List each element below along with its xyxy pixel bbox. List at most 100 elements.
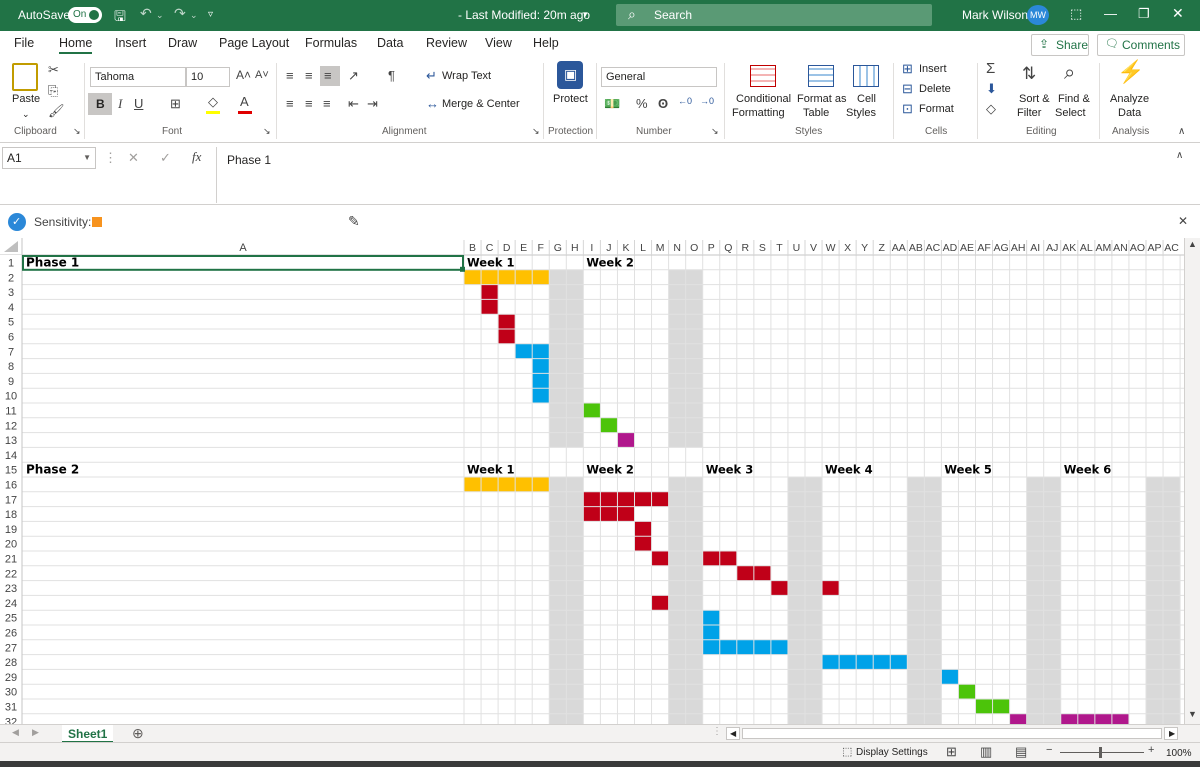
insert-cells-icon[interactable]: ⊞ bbox=[902, 62, 913, 75]
protect-icon[interactable]: ▣ bbox=[557, 61, 583, 89]
tab-help[interactable]: Help bbox=[533, 36, 559, 50]
tab-home[interactable]: Home bbox=[59, 36, 93, 54]
clear-icon[interactable]: ◇ bbox=[986, 102, 996, 115]
analyze-data-icon[interactable]: ⚡ bbox=[1117, 61, 1144, 83]
vertical-scrollbar[interactable]: ▲ ▼ bbox=[1184, 238, 1200, 724]
text-direction-icon[interactable]: ¶ bbox=[388, 69, 395, 82]
search-box[interactable]: ⌕ Search bbox=[616, 4, 932, 26]
name-box[interactable]: A1 ▼ bbox=[2, 147, 96, 169]
zoom-level[interactable]: 100% bbox=[1166, 748, 1192, 759]
autosave-toggle[interactable]: On bbox=[68, 7, 102, 23]
conditional-formatting-label-1[interactable]: Conditional bbox=[736, 93, 791, 105]
find-select-label-1[interactable]: Find & bbox=[1058, 93, 1090, 105]
conditional-formatting-label-2[interactable]: Formatting bbox=[732, 107, 785, 119]
insert-function-button[interactable]: fx bbox=[192, 150, 201, 163]
add-sheet-icon[interactable]: ⊕ bbox=[132, 726, 144, 740]
scroll-left-icon[interactable]: ◀ bbox=[12, 728, 19, 737]
spreadsheet-grid[interactable]: A B C D E F G H I J K L M N O P Q R S T U V W X Y Z AA AB AC AD AE AF AG… bbox=[0, 238, 1184, 724]
increase-decimal-icon[interactable]: ←0 bbox=[678, 97, 692, 106]
format-painter-icon[interactable]: 🖌 bbox=[48, 104, 65, 117]
user-name[interactable]: Mark Wilson bbox=[962, 8, 1028, 22]
grow-font-icon[interactable]: A˄ bbox=[236, 69, 251, 81]
undo-dropdown-icon[interactable]: ⌄ bbox=[156, 10, 164, 21]
borders-icon[interactable]: ⊞ bbox=[170, 97, 181, 110]
number-format-select[interactable]: General bbox=[601, 67, 717, 87]
wrap-text-icon[interactable]: ↵ bbox=[426, 69, 437, 82]
close-icon[interactable]: ✕ bbox=[1172, 5, 1184, 22]
align-right-icon[interactable]: ≡ bbox=[323, 97, 331, 110]
zoom-slider[interactable] bbox=[1060, 752, 1144, 753]
conditional-formatting-icon[interactable] bbox=[750, 65, 776, 87]
sort-filter-label-2[interactable]: Filter bbox=[1017, 107, 1041, 119]
collapse-formula-icon[interactable]: ∧ bbox=[1176, 151, 1183, 161]
cancel-icon[interactable]: ✕ bbox=[128, 151, 139, 164]
align-middle-icon[interactable]: ≡ bbox=[305, 69, 313, 82]
sensitivity-swatch[interactable] bbox=[92, 217, 102, 227]
comments-button[interactable]: 🗨 Comments bbox=[1097, 34, 1185, 56]
redo-icon[interactable]: ↷ bbox=[174, 5, 186, 22]
italic-icon[interactable]: I bbox=[118, 97, 122, 110]
delete-cells-icon[interactable]: ⊟ bbox=[902, 82, 913, 95]
insert-cells-button[interactable]: Insert bbox=[919, 63, 947, 75]
chevron-down-icon[interactable]: ▾ bbox=[583, 9, 588, 20]
find-select-label-2[interactable]: Select bbox=[1055, 107, 1086, 119]
page-layout-view-icon[interactable]: ▥ bbox=[980, 745, 992, 758]
zoom-out-icon[interactable]: − bbox=[1046, 745, 1052, 756]
share-button[interactable]: ⇪ Share bbox=[1031, 34, 1089, 56]
tab-page-layout[interactable]: Page Layout bbox=[219, 36, 289, 50]
paste-button[interactable]: Paste bbox=[12, 93, 40, 105]
hscroll-left-button[interactable]: ◀ bbox=[726, 727, 740, 740]
comma-style-icon[interactable]: ʘ bbox=[658, 97, 668, 110]
restore-icon[interactable]: ❐ bbox=[1138, 6, 1150, 22]
format-as-table-label-2[interactable]: Table bbox=[803, 107, 829, 119]
sheet-tab[interactable]: Sheet1 bbox=[62, 725, 114, 743]
tab-file[interactable]: File bbox=[14, 36, 34, 50]
zoom-slider-thumb[interactable] bbox=[1099, 747, 1102, 758]
protect-button[interactable]: Protect bbox=[553, 93, 588, 105]
document-status[interactable]: - Last Modified: 20m ago bbox=[458, 8, 590, 22]
tab-view[interactable]: View bbox=[485, 36, 512, 50]
bold-button[interactable]: B bbox=[88, 93, 112, 115]
shrink-font-icon[interactable]: A˅ bbox=[255, 70, 269, 81]
merge-center-button[interactable]: Merge & Center bbox=[442, 98, 520, 110]
redo-dropdown-icon[interactable]: ⌄ bbox=[190, 10, 198, 21]
cell-styles-label-1[interactable]: Cell bbox=[857, 93, 876, 105]
horizontal-scrollbar[interactable] bbox=[742, 728, 1162, 739]
fill-color-icon[interactable]: ◇ bbox=[208, 95, 218, 108]
save-icon[interactable]: 🖫 bbox=[114, 6, 126, 30]
align-top-icon[interactable]: ≡ bbox=[286, 69, 294, 82]
format-as-table-icon[interactable] bbox=[808, 65, 834, 87]
cell-styles-icon[interactable] bbox=[853, 65, 879, 87]
wrap-text-button[interactable]: Wrap Text bbox=[442, 70, 491, 82]
format-cells-button[interactable]: Format bbox=[919, 103, 954, 115]
format-as-table-label-1[interactable]: Format as bbox=[797, 93, 847, 105]
pencil-icon[interactable]: ✎ bbox=[348, 214, 360, 228]
align-left-icon[interactable]: ≡ bbox=[286, 97, 294, 110]
enter-icon[interactable]: ✓ bbox=[160, 151, 171, 164]
dialog-launcher-icon[interactable]: ↘ bbox=[263, 127, 271, 136]
align-bottom-button[interactable]: ≡ bbox=[320, 66, 340, 86]
tab-review[interactable]: Review bbox=[426, 36, 467, 50]
copy-icon[interactable]: ⎘ bbox=[48, 84, 58, 97]
sort-filter-icon[interactable]: ⇅ bbox=[1022, 65, 1036, 82]
align-center-icon[interactable]: ≡ bbox=[305, 97, 313, 110]
decrease-indent-icon[interactable]: ⇤ bbox=[348, 97, 359, 110]
format-cells-icon[interactable]: ⊡ bbox=[902, 102, 913, 115]
decrease-decimal-icon[interactable]: →0 bbox=[700, 97, 714, 106]
tab-data[interactable]: Data bbox=[377, 36, 403, 50]
sensitivity-label[interactable]: Sensitivity: bbox=[34, 215, 91, 229]
formula-input[interactable]: Phase 1 bbox=[216, 147, 1200, 203]
autosum-icon[interactable]: Σ bbox=[986, 61, 995, 76]
sort-filter-label-1[interactable]: Sort & bbox=[1019, 93, 1050, 105]
scroll-down-icon[interactable]: ▼ bbox=[1188, 710, 1197, 719]
accounting-format-icon[interactable]: 💵 bbox=[604, 97, 620, 110]
undo-icon[interactable]: ↶ bbox=[140, 5, 152, 22]
find-select-icon[interactable]: ⌕ bbox=[1064, 63, 1075, 83]
cut-icon[interactable]: ✂ bbox=[48, 63, 59, 76]
zoom-in-icon[interactable]: + bbox=[1148, 745, 1154, 756]
minimize-icon[interactable]: — bbox=[1104, 6, 1117, 21]
page-break-view-icon[interactable]: ▤ bbox=[1015, 745, 1027, 758]
fill-icon[interactable]: ⬇ bbox=[986, 82, 997, 95]
customize-toolbar-icon[interactable]: ▿ bbox=[208, 9, 213, 20]
font-color-icon[interactable]: A bbox=[240, 95, 249, 108]
